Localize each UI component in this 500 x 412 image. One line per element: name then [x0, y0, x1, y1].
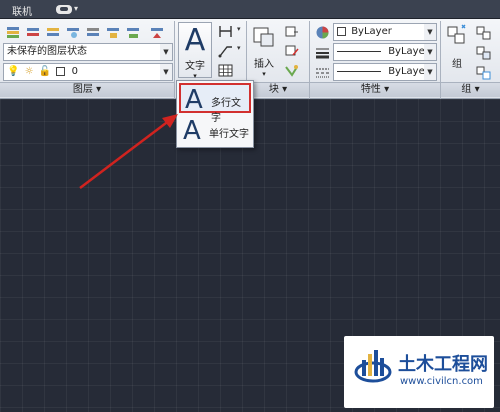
chevron-down-icon[interactable]: ▼ — [160, 44, 172, 60]
group-icon — [447, 24, 466, 44]
layers-panel-footer[interactable]: 图层 ▾ — [0, 82, 174, 97]
lineweight-combo[interactable]: ByLayer ▼ — [333, 43, 437, 61]
line-sample — [337, 70, 381, 72]
line-sample — [337, 50, 381, 52]
insert-block-button[interactable]: 插入 ▾ — [250, 22, 278, 78]
layer-state-combo[interactable]: 未保存的图层状态 ▼ — [3, 43, 173, 61]
brand-logo-icon — [354, 350, 392, 383]
group-select-icon[interactable] — [474, 63, 493, 82]
group-label: 组 — [452, 59, 462, 70]
watermark: 土木工程网 www.civilcn.com — [344, 336, 494, 408]
watermark-title: 土木工程网 — [398, 354, 488, 375]
lineweight-icon[interactable] — [313, 43, 332, 62]
text-button[interactable]: A 文字 ▾ — [178, 22, 212, 80]
watermark-url: www.civilcn.com — [400, 376, 483, 387]
layer-isolate-icon[interactable] — [44, 23, 63, 42]
group-button[interactable]: 组 — [443, 22, 471, 78]
layer-combo[interactable]: 💡 ☼ 🔓 0 ▼ — [3, 63, 173, 81]
chevron-down-icon[interactable]: ▼ — [424, 24, 436, 40]
layer-combo-value: 0 — [71, 66, 78, 77]
chevron-down-icon[interactable]: ▾ — [74, 4, 78, 13]
linetype-combo-value: ByLayer — [388, 66, 429, 77]
workspace-toggle-icon[interactable] — [56, 5, 72, 14]
singleline-text-item[interactable]: A 单行文字 — [179, 116, 251, 146]
layer-lock-icon[interactable] — [104, 23, 123, 42]
chevron-down-icon[interactable]: ▼ — [424, 64, 436, 80]
layer-off-icon[interactable] — [84, 23, 103, 42]
layer-walk-icon[interactable] — [148, 23, 167, 42]
insert-block-label: 插入 — [254, 59, 274, 70]
linetype-combo[interactable]: ByLayer ▼ — [333, 63, 437, 81]
create-block-icon[interactable] — [282, 22, 301, 41]
properties-panel-footer[interactable]: 特性 ▾ — [310, 82, 440, 97]
table-icon[interactable] — [216, 61, 235, 80]
singleline-text-label: 单行文字 — [209, 129, 249, 140]
chevron-down-icon: ▾ — [193, 72, 197, 80]
chevron-down-icon[interactable]: ▼ — [424, 44, 436, 60]
leader-icon[interactable] — [216, 41, 235, 60]
text-dropdown-menu: A 多行文字 A 单行文字 — [176, 80, 254, 148]
top-tab-strip: 联机 ▾ — [0, 0, 500, 19]
match-properties-icon[interactable] — [313, 23, 332, 42]
layer-match-icon[interactable] — [124, 23, 143, 42]
color-swatch — [337, 26, 346, 36]
layer-properties-icon[interactable] — [4, 23, 23, 42]
lineweight-combo-value: ByLayer — [388, 46, 429, 57]
edit-block-icon[interactable] — [282, 41, 301, 60]
multiline-text-icon: A — [185, 85, 203, 115]
singleline-text-icon: A — [183, 116, 201, 146]
color-combo-value: ByLayer — [351, 26, 392, 37]
unlock-icon: 🔓 — [38, 66, 52, 77]
chevron-down-icon[interactable]: ▾ — [236, 22, 244, 41]
chevron-down-icon: ▾ — [262, 70, 266, 78]
color-combo[interactable]: ByLayer ▼ — [333, 23, 437, 41]
lightbulb-icon: 💡 — [7, 66, 20, 77]
text-button-label: 文字 — [185, 61, 205, 72]
text-a-icon: A — [184, 23, 206, 58]
chevron-down-icon[interactable]: ▼ — [160, 64, 172, 80]
linetype-icon[interactable] — [313, 63, 332, 82]
sun-icon: ☼ — [24, 66, 34, 77]
group-edit-icon[interactable] — [474, 43, 493, 62]
chevron-down-icon[interactable]: ▾ — [236, 41, 244, 60]
layer-state-icon[interactable] — [24, 23, 43, 42]
linear-dimension-icon[interactable] — [216, 22, 235, 41]
group-panel-footer[interactable]: 组 ▾ — [441, 82, 500, 97]
insert-block-icon — [253, 27, 274, 47]
multiline-text-item[interactable]: A 多行文字 — [179, 83, 251, 124]
ungroup-icon[interactable] — [474, 23, 493, 42]
layer-color-swatch — [56, 66, 66, 76]
panel-divider — [174, 21, 175, 99]
layer-freeze-icon[interactable] — [64, 23, 83, 42]
tab-online[interactable]: 联机 — [12, 3, 32, 18]
block-panel-footer[interactable]: 块 ▾ — [247, 82, 309, 97]
attribute-icon[interactable] — [282, 61, 301, 80]
layer-state-combo-value: 未保存的图层状态 — [7, 46, 87, 57]
